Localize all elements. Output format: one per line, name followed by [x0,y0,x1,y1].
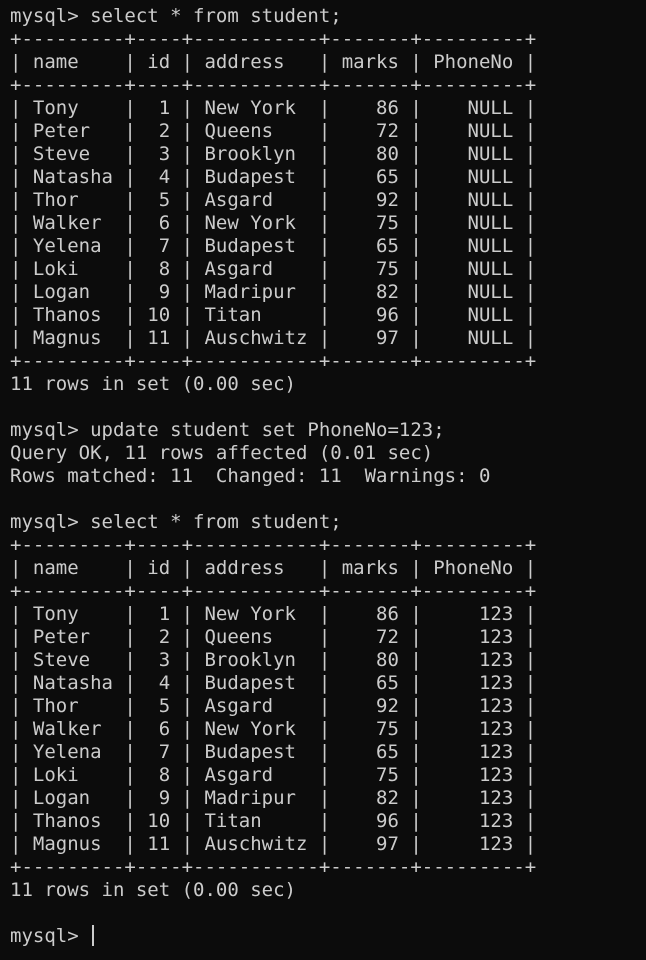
table-border-line: +---------+----+-----------+-------+----… [10,580,537,602]
table-row: | Magnus | 11 | Auschwitz | 97 | 123 | [10,833,537,855]
status-line: Rows matched: 11 Changed: 11 Warnings: 0 [10,465,491,487]
table-row: | Loki | 8 | Asgard | 75 | NULL | [10,258,537,280]
table-row: | Magnus | 11 | Auschwitz | 97 | NULL | [10,327,537,349]
table-border-line: +---------+----+-----------+-------+----… [10,28,537,50]
input-line[interactable]: mysql> [10,925,646,948]
table-row: | Peter | 2 | Queens | 72 | NULL | [10,120,537,142]
table-row: | Yelena | 7 | Budapest | 65 | 123 | [10,741,537,763]
table-border-line: +---------+----+-----------+-------+----… [10,534,537,556]
table-row: | Thanos | 10 | Titan | 96 | NULL | [10,304,537,326]
command-line: mysql> select * from student; [10,511,342,533]
table-row: | Natasha | 4 | Budapest | 65 | 123 | [10,672,537,694]
table-row: | Thor | 5 | Asgard | 92 | NULL | [10,189,537,211]
table-row: | Loki | 8 | Asgard | 75 | 123 | [10,764,537,786]
table-row: | Thanos | 10 | Titan | 96 | 123 | [10,810,537,832]
terminal-output: mysql> select * from student; +---------+… [10,5,646,925]
table-row: | Thor | 5 | Asgard | 92 | 123 | [10,695,537,717]
terminal-window[interactable]: mysql> select * from student; +---------+… [0,0,646,960]
table-row: | Yelena | 7 | Budapest | 65 | NULL | [10,235,537,257]
table-border-line: +---------+----+-----------+-------+----… [10,350,537,372]
status-line: 11 rows in set (0.00 sec) [10,373,296,395]
status-line: 11 rows in set (0.00 sec) [10,879,296,901]
text-cursor [92,925,95,946]
table-row: | Peter | 2 | Queens | 72 | 123 | [10,626,537,648]
table-row: | Natasha | 4 | Budapest | 65 | NULL | [10,166,537,188]
table-row: | Tony | 1 | New York | 86 | NULL | [10,97,537,119]
table-row: | Logan | 9 | Madripur | 82 | NULL | [10,281,537,303]
table-row: | Steve | 3 | Brooklyn | 80 | 123 | [10,649,537,671]
table-header-line: | name | id | address | marks | PhoneNo … [10,557,537,579]
table-row: | Walker | 6 | New York | 75 | 123 | [10,718,537,740]
table-row: | Steve | 3 | Brooklyn | 80 | NULL | [10,143,537,165]
table-row: | Walker | 6 | New York | 75 | NULL | [10,212,537,234]
table-border-line: +---------+----+-----------+-------+----… [10,856,537,878]
prompt-label: mysql> [10,925,91,947]
table-row: | Tony | 1 | New York | 86 | 123 | [10,603,537,625]
command-line: mysql> select * from student; [10,5,342,27]
table-row: | Logan | 9 | Madripur | 82 | 123 | [10,787,537,809]
status-line: Query OK, 11 rows affected (0.01 sec) [10,442,434,464]
command-line: mysql> update student set PhoneNo=123; [10,419,445,441]
table-border-line: +---------+----+-----------+-------+----… [10,74,537,96]
table-header-line: | name | id | address | marks | PhoneNo … [10,51,537,73]
